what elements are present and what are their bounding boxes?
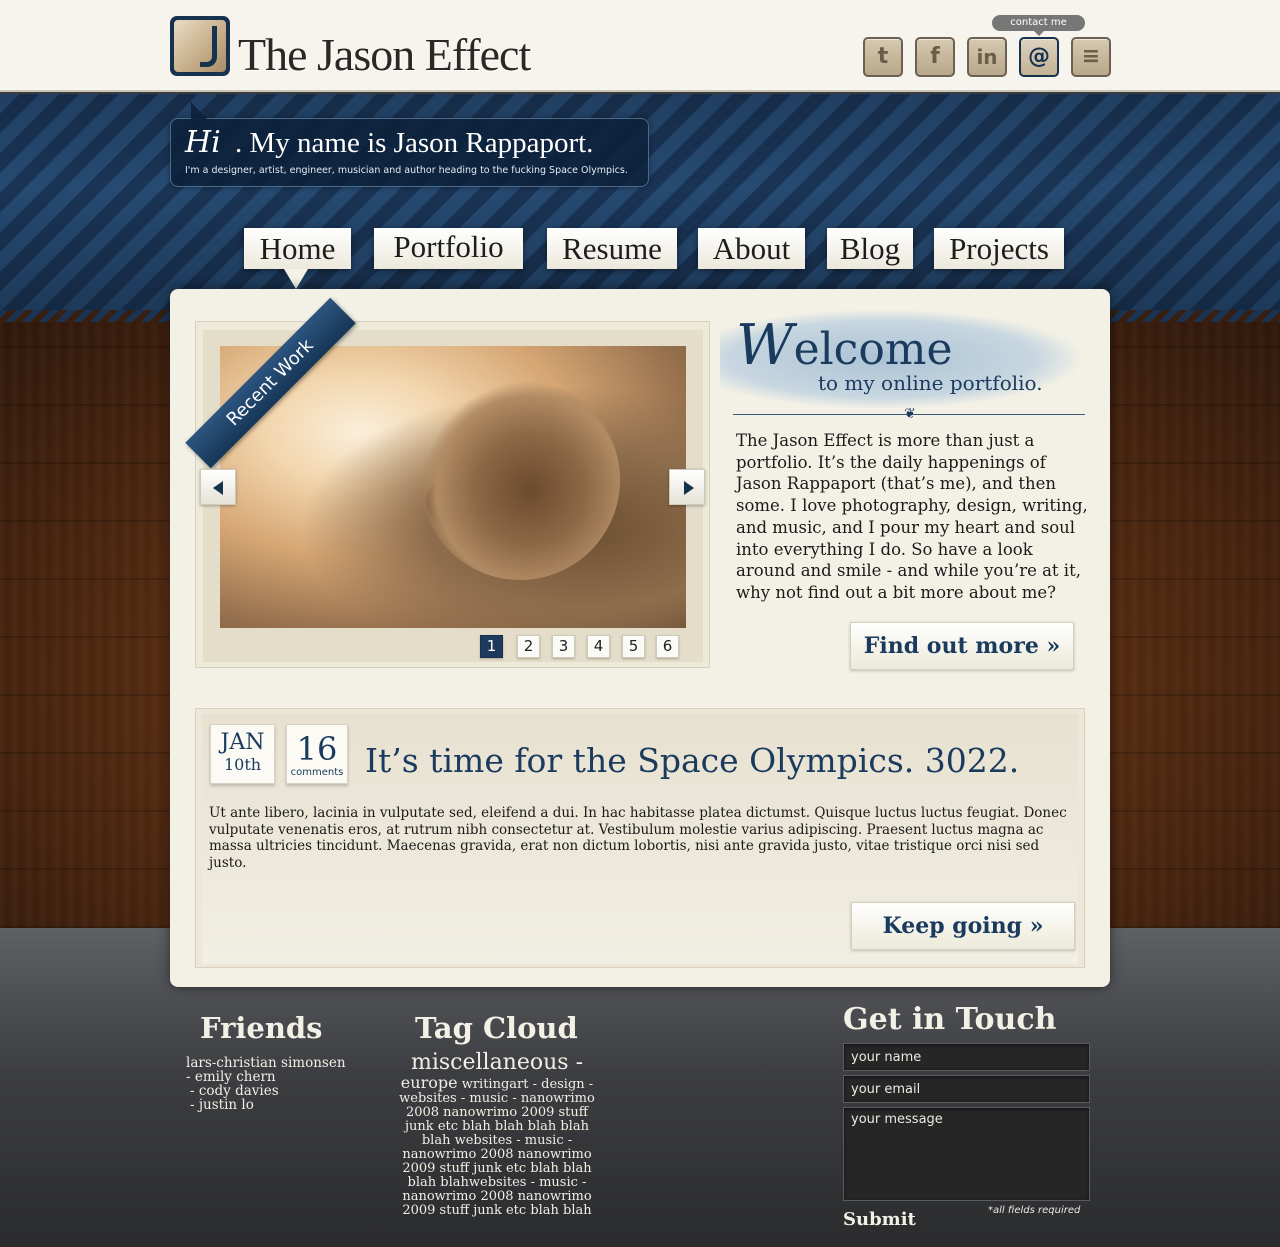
comment-label: comments — [290, 767, 344, 778]
nav-active-pointer — [284, 269, 308, 289]
intro-subtitle: I'm a designer, artist, engineer, musici… — [185, 165, 628, 176]
tag-cloud: miscellaneous - europe writingart - desi… — [391, 1052, 603, 1218]
welcome-subtitle: to my online portfolio. — [818, 371, 1043, 395]
keep-going-button[interactable]: Keep going » — [851, 902, 1075, 950]
rss-icon[interactable]: ≡ — [1071, 37, 1111, 77]
arrow-right-icon — [684, 481, 694, 495]
post-day: 10th — [223, 755, 262, 774]
email-field[interactable] — [843, 1075, 1090, 1103]
post-month: JAN — [220, 730, 265, 755]
hi-script: Hi — [185, 125, 221, 160]
contact-tooltip: contact me — [992, 15, 1085, 36]
post-date-card: JAN 10th — [210, 724, 275, 784]
nav-projects[interactable]: Projects — [934, 228, 1064, 269]
slider-page-1[interactable]: 1 — [480, 635, 503, 658]
twitter-icon[interactable]: t — [863, 37, 903, 77]
name-field[interactable] — [843, 1043, 1090, 1071]
facebook-icon[interactable]: f — [915, 37, 955, 77]
tag-list[interactable]: writingart - design - websites - music -… — [399, 1077, 595, 1218]
site-title[interactable]: The Jason Effect — [238, 30, 531, 80]
intro-bubble: Hi . My name is Jason Rappaport. I'm a d… — [170, 102, 649, 187]
arrow-left-icon — [213, 481, 223, 495]
nav-home[interactable]: Home — [244, 228, 351, 269]
nav-portfolio[interactable]: Portfolio — [374, 228, 523, 269]
email-icon[interactable]: @ — [1019, 37, 1059, 77]
message-field[interactable] — [843, 1107, 1090, 1201]
logo-icon[interactable] — [170, 16, 230, 76]
friend-link[interactable]: - justin lo — [186, 1098, 356, 1112]
tag-medium[interactable]: europe — [401, 1073, 458, 1092]
nav-blog[interactable]: Blog — [827, 228, 913, 269]
slider-page-5[interactable]: 5 — [622, 635, 645, 658]
friends-heading: Friends — [200, 1011, 323, 1045]
slider-page-3[interactable]: 3 — [552, 635, 575, 658]
slider-prev-button[interactable] — [200, 469, 236, 505]
nav-about[interactable]: About — [698, 228, 805, 269]
intro-title: . My name is Jason Rappaport. — [235, 127, 594, 159]
slider-page-4[interactable]: 4 — [587, 635, 610, 658]
photo-detail — [420, 380, 620, 580]
post-comments-card[interactable]: 16 comments — [286, 724, 348, 784]
linkedin-icon[interactable]: in — [967, 37, 1007, 77]
contact-heading: Get in Touch — [843, 1002, 1057, 1037]
find-out-more-button[interactable]: Find out more » — [850, 622, 1074, 670]
welcome-initial: W — [736, 313, 794, 378]
friends-list: lars-christian simonsen - emily chern - … — [186, 1056, 356, 1112]
friend-link[interactable]: lars-christian simonsen — [186, 1056, 356, 1070]
welcome-title-rest: elcome — [793, 324, 953, 375]
nav-resume[interactable]: Resume — [547, 228, 677, 269]
tag-cloud-heading: Tag Cloud — [415, 1011, 578, 1045]
required-note: *all fields required — [988, 1205, 1081, 1216]
slider-next-button[interactable] — [669, 469, 705, 505]
welcome-body: The Jason Effect is more than just a por… — [736, 431, 1088, 602]
slider-page-6[interactable]: 6 — [656, 635, 679, 658]
friend-link[interactable]: - cody davies — [186, 1084, 356, 1098]
friend-link[interactable]: - emily chern — [186, 1070, 356, 1084]
site-header: The Jason Effect contact me t f in @ ≡ — [0, 0, 1280, 92]
ornament-icon: ❦ — [904, 406, 916, 422]
post-body: Ut ante libero, lacinia in vulputate sed… — [209, 805, 1067, 871]
submit-button[interactable]: Submit — [843, 1208, 916, 1232]
post-title[interactable]: It’s time for the Space Olympics. 3022. — [365, 734, 1019, 788]
comment-count: 16 — [296, 730, 338, 768]
tag-large[interactable]: miscellaneous - — [391, 1052, 603, 1074]
slider-page-2[interactable]: 2 — [517, 635, 540, 658]
